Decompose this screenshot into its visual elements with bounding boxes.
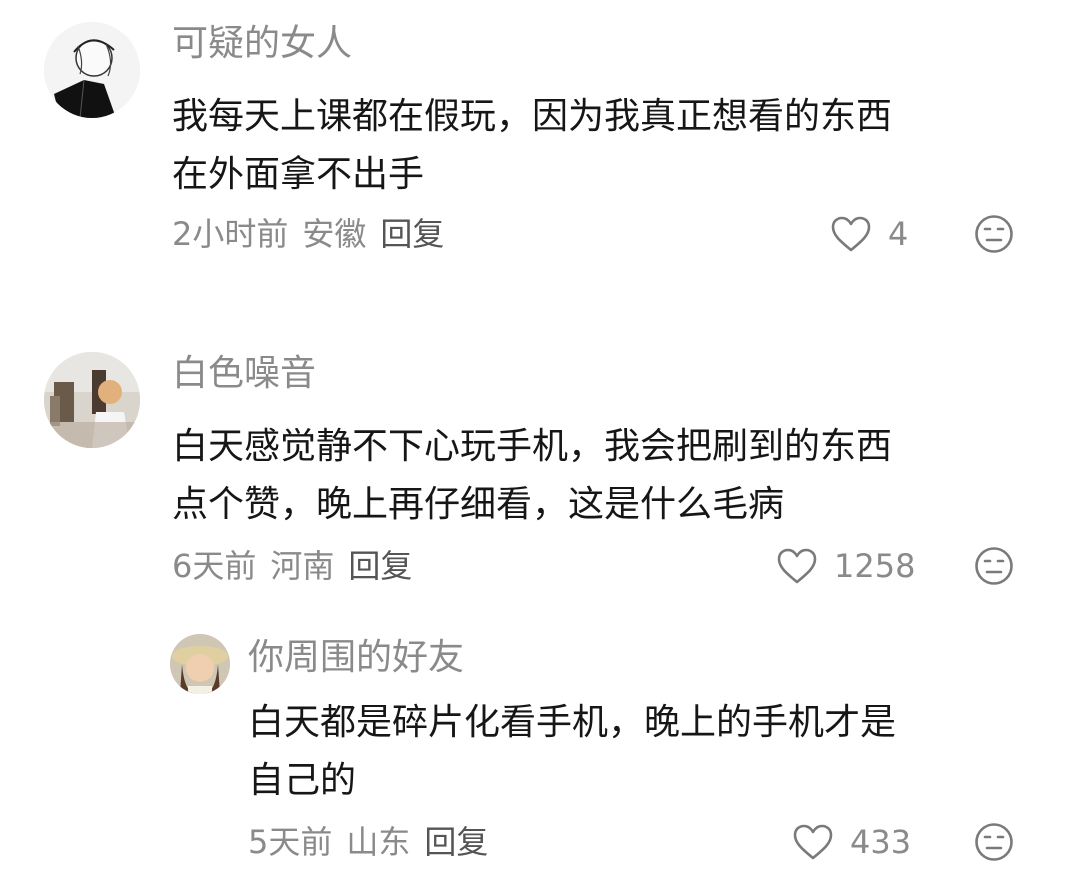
reply-button[interactable]: 回复 [380, 215, 444, 253]
comment-location: 山东 [346, 823, 411, 861]
comment-meta: 5天前 山东 回复 [248, 822, 488, 862]
comment-location: 安徽 [302, 215, 367, 253]
like-count: 4 [888, 215, 909, 253]
heart-outline-icon [793, 824, 833, 860]
meh-face-icon[interactable] [974, 822, 1014, 862]
comment-text-line: 点个赞，晚上再仔细看，这是什么毛病 [172, 484, 785, 525]
comment-meta: 2小时前 安徽 回复 [172, 214, 444, 254]
username[interactable]: 白色噪音 [172, 352, 316, 396]
comment-text-line: 自己的 [248, 760, 357, 801]
heart-outline-icon [831, 216, 871, 252]
avatar[interactable] [170, 634, 230, 694]
reply-comment-item: 你周围的好友 白天都是碎片化看手机，晚上的手机才是 自己的 5天前 山东 回复 43… [0, 620, 1079, 894]
comment-meta: 6天前 河南 回复 [172, 546, 412, 586]
like-count: 433 [850, 823, 912, 861]
username[interactable]: 可疑的女人 [172, 22, 352, 66]
comment-time: 2小时前 [172, 215, 289, 253]
meh-face-icon[interactable] [974, 546, 1014, 586]
comment-time: 6天前 [172, 547, 257, 585]
comment-item: 白色噪音 白天感觉静不下心玩手机，我会把刷到的东西 点个赞，晚上再仔细看，这是什… [0, 330, 1079, 610]
username[interactable]: 你周围的好友 [248, 636, 464, 680]
like-count: 1258 [834, 547, 916, 585]
reply-button[interactable]: 回复 [424, 823, 488, 861]
comment-text: 白天感觉静不下心玩手机，我会把刷到的东西 点个赞，晚上再仔细看，这是什么毛病 [172, 418, 1032, 534]
comment-location: 河南 [270, 547, 335, 585]
comment-text: 我每天上课都在假玩，因为我真正想看的东西 在外面拿不出手 [172, 88, 1032, 204]
like-button[interactable]: 1258 [776, 546, 915, 586]
reply-button[interactable]: 回复 [348, 547, 412, 585]
like-button[interactable]: 433 [792, 822, 911, 862]
comment-text: 白天都是碎片化看手机，晚上的手机才是 自己的 [248, 694, 1038, 810]
comment-time: 5天前 [248, 823, 333, 861]
like-button[interactable]: 4 [830, 214, 908, 254]
meh-face-icon[interactable] [974, 214, 1014, 254]
comment-text-line: 白天感觉静不下心玩手机，我会把刷到的东西 [172, 426, 893, 467]
heart-outline-icon [777, 548, 817, 584]
avatar[interactable] [44, 22, 140, 118]
comment-text-line: 我每天上课都在假玩，因为我真正想看的东西 [172, 96, 893, 137]
comment-item: 可疑的女人 我每天上课都在假玩，因为我真正想看的东西 在外面拿不出手 2小时前安… [0, 0, 1079, 290]
comment-text-line: 在外面拿不出手 [172, 154, 425, 195]
avatar[interactable] [44, 352, 140, 448]
comment-text-line: 白天都是碎片化看手机，晚上的手机才是 [248, 702, 897, 743]
